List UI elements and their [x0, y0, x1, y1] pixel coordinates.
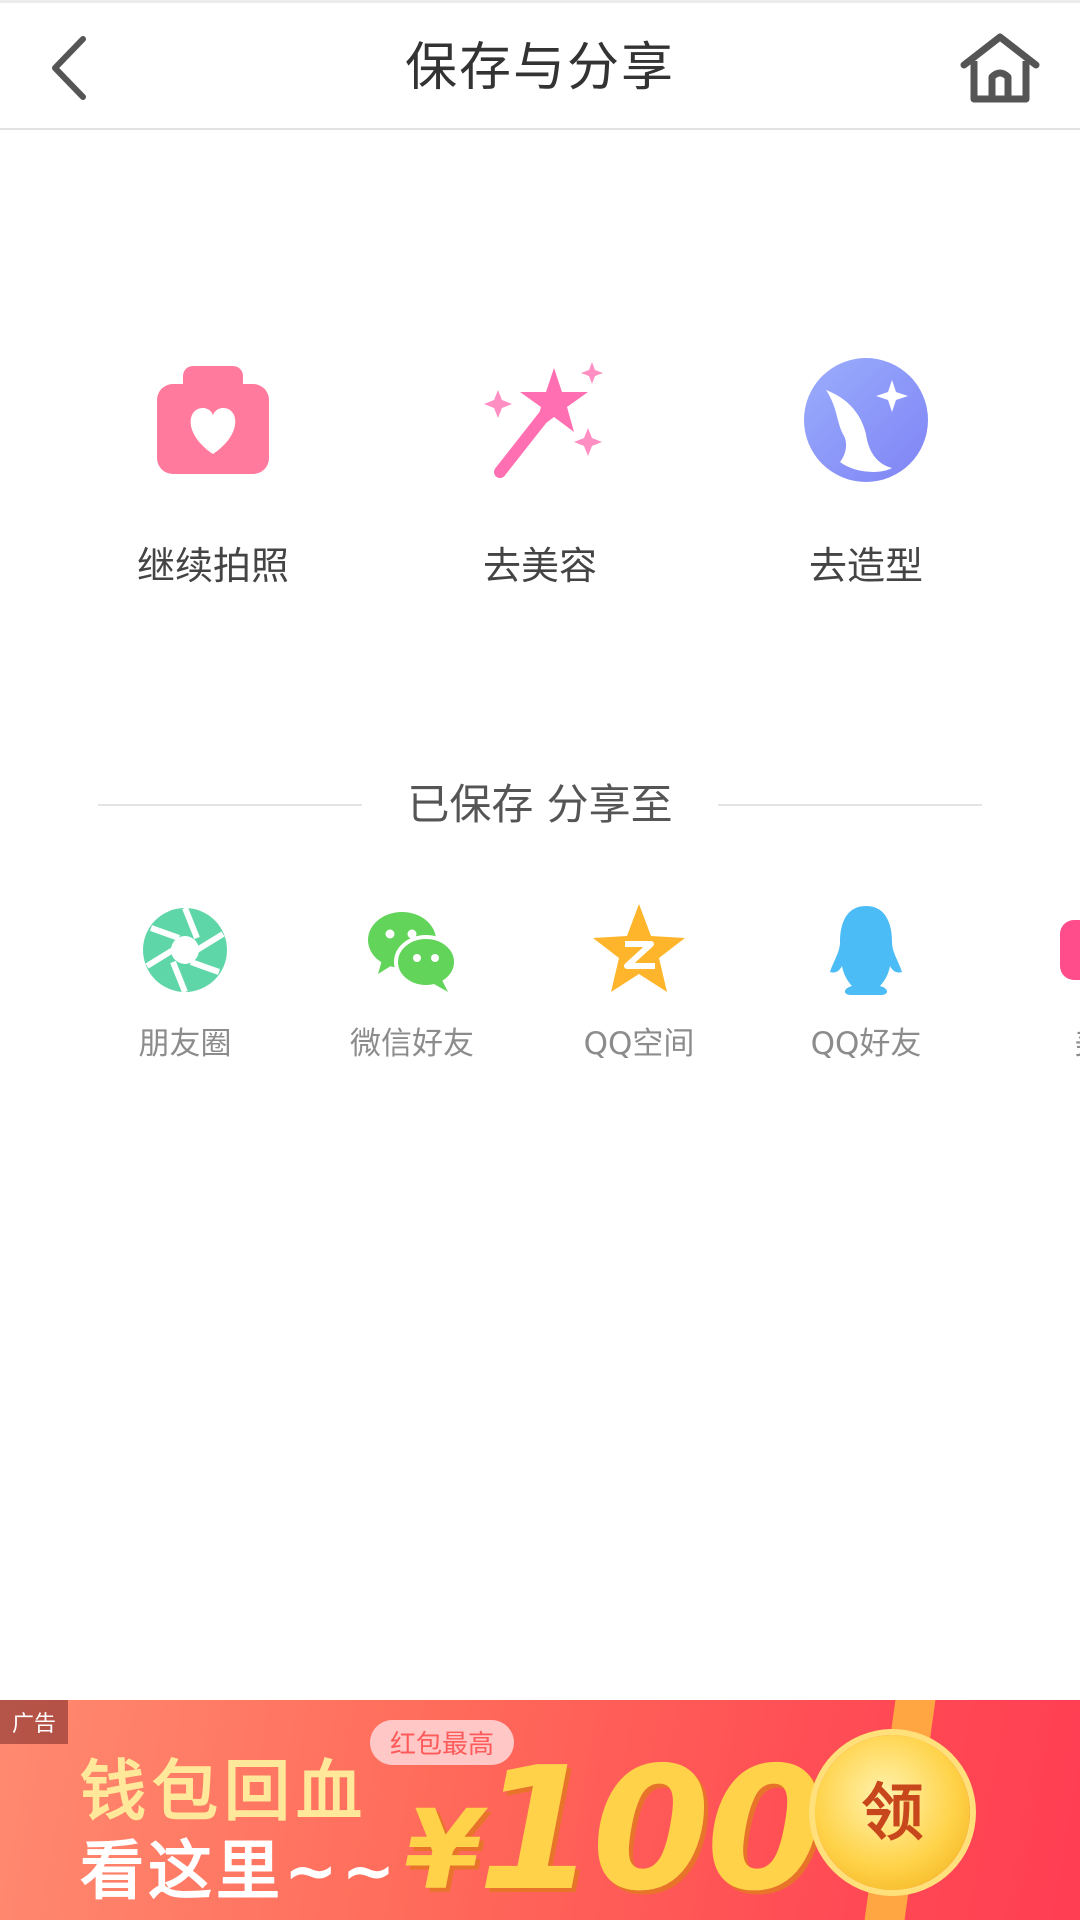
ad-amount-value: 100: [477, 1731, 825, 1920]
action-label: 去美容: [482, 544, 597, 588]
camera-heart-icon: [157, 366, 269, 474]
claim-button[interactable]: 领: [815, 1735, 970, 1890]
share-section-header: 已保存 分享至: [0, 770, 1080, 840]
divider-left: [98, 804, 362, 806]
ad-banner[interactable]: 广告 钱包回血 看这里~~ ¥100 红包最高 领: [0, 1700, 1080, 1920]
share-label: 美: [990, 1018, 1080, 1063]
qzone-icon: [593, 904, 685, 992]
page-title: 保存与分享: [404, 38, 675, 98]
share-qzone-button[interactable]: QQ空间: [539, 900, 739, 1070]
wechat-icon: [368, 912, 458, 992]
go-beauty-button[interactable]: 去美容: [390, 350, 690, 600]
go-styling-button[interactable]: 去造型: [716, 350, 1016, 600]
continue-shooting-button[interactable]: 继续拍照: [63, 350, 363, 600]
qq-icon: [830, 906, 902, 995]
top-bar: 保存与分享: [0, 0, 1080, 130]
home-icon: [960, 33, 1040, 103]
ad-currency: ¥: [405, 1786, 482, 1914]
share-label: QQ空间: [583, 1026, 695, 1062]
quick-actions: 继续拍照 去美容 去造型: [0, 350, 1080, 600]
ad-pill: 红包最高: [370, 1720, 515, 1765]
meipai-icon: [1060, 920, 1080, 980]
magic-wand-icon: [484, 362, 603, 478]
share-meipai-button[interactable]: 美: [990, 900, 1080, 1070]
face-sparkle-icon: [804, 358, 928, 482]
share-wechat-button[interactable]: 微信好友: [312, 900, 512, 1070]
share-moments-button[interactable]: 朋友圈: [85, 900, 285, 1070]
share-label: 朋友圈: [138, 1026, 232, 1062]
action-label: 继续拍照: [136, 544, 289, 588]
share-qq-button[interactable]: QQ好友: [766, 900, 966, 1070]
ad-tag: 广告: [0, 1700, 69, 1744]
action-label: 去造型: [808, 544, 923, 588]
share-heading: 已保存 分享至: [407, 780, 673, 829]
divider-right: [718, 804, 982, 806]
ad-amount: ¥100: [405, 1740, 824, 1920]
home-button[interactable]: [950, 23, 1050, 113]
share-label: QQ好友: [810, 1026, 922, 1062]
share-targets: 朋友圈 微信好友 QQ空间 QQ好友 美: [0, 900, 1080, 1070]
moments-icon: [143, 906, 227, 994]
ad-subheadline: 看这里~~: [80, 1835, 400, 1909]
share-label: 微信好友: [350, 1026, 474, 1062]
